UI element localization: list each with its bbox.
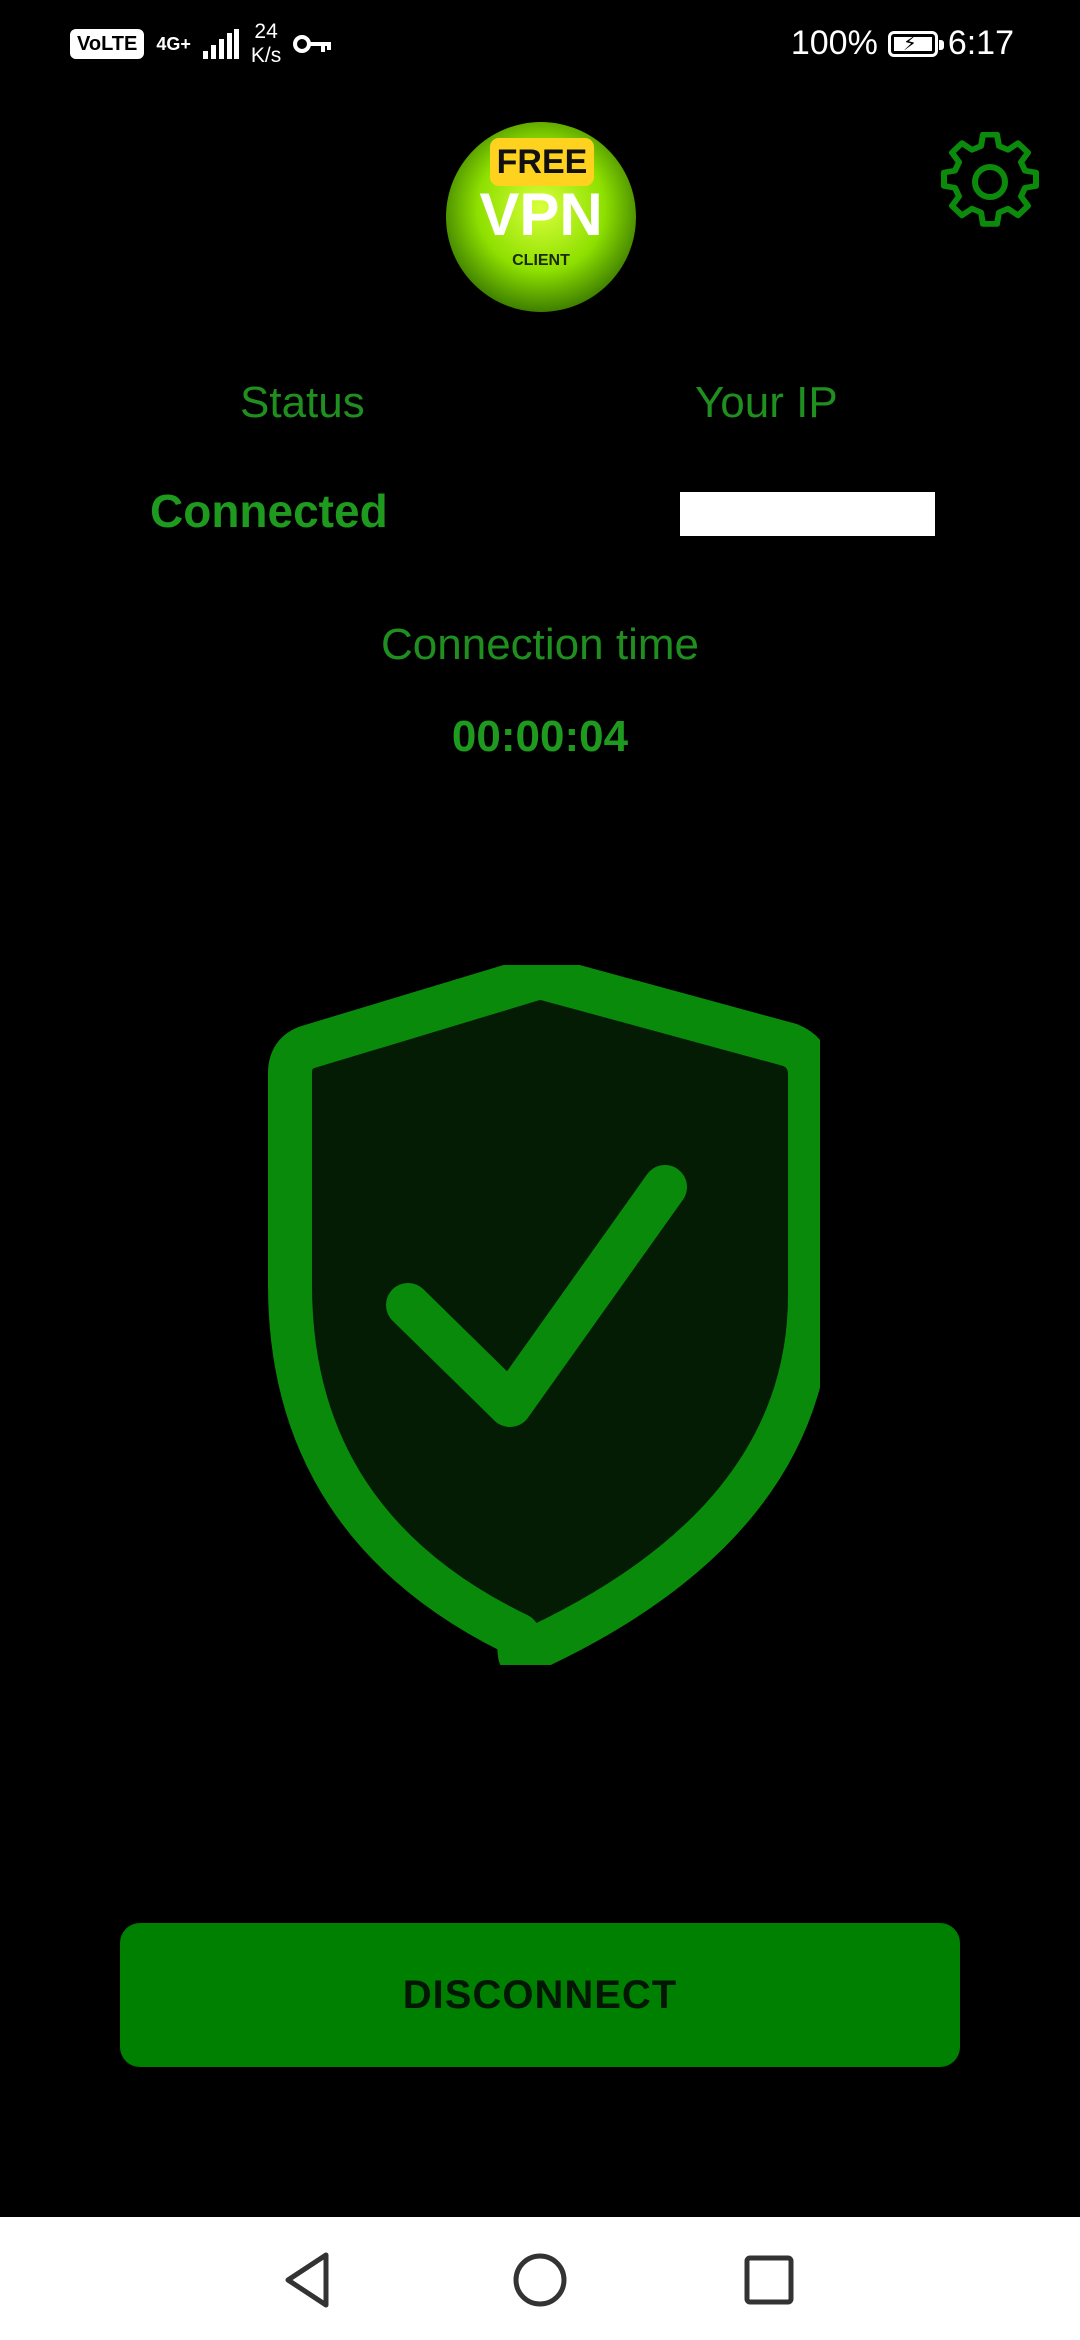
ip-value-redacted xyxy=(680,492,935,536)
shield-check-icon xyxy=(268,965,820,1665)
vpn-key-icon xyxy=(293,35,332,53)
signal-icon xyxy=(202,29,239,59)
volte-icon: VoLTE xyxy=(70,29,145,59)
disconnect-button[interactable]: DISCONNECT xyxy=(120,1923,960,2067)
status-bar: VoLTE 4G+ 24 K/s 100% ⚡ 6:17 xyxy=(0,0,1080,92)
home-icon[interactable] xyxy=(505,2245,575,2315)
battery-percent: 100% xyxy=(790,24,878,62)
navigation-bar xyxy=(0,2217,1080,2340)
gear-icon[interactable] xyxy=(940,132,1040,232)
logo-subtitle: CLIENT xyxy=(512,252,570,269)
connection-time-label: Connection time xyxy=(381,620,699,669)
battery-icon: ⚡ xyxy=(887,30,944,57)
speed-value: 24 xyxy=(254,20,278,43)
status-left: VoLTE 4G+ 24 K/s xyxy=(70,20,333,68)
back-icon[interactable] xyxy=(274,2245,344,2315)
ip-label: Your IP xyxy=(695,378,838,427)
logo-badge: FREE xyxy=(490,138,594,186)
status-label: Status xyxy=(240,378,365,427)
status-value: Connected xyxy=(150,485,388,537)
network-indicator: 4G+ xyxy=(156,34,191,54)
connection-time-value: 00:00:04 xyxy=(451,712,629,761)
status-right: 100% ⚡ 6:17 xyxy=(791,24,1014,63)
clock: 6:17 xyxy=(947,24,1014,62)
logo-title: VPN xyxy=(479,181,603,248)
recents-icon[interactable] xyxy=(734,2245,804,2315)
network-speed: 24 K/s xyxy=(251,20,281,68)
speed-unit: K/s xyxy=(250,44,282,67)
app-logo: FREE VPN CLIENT xyxy=(446,122,636,312)
